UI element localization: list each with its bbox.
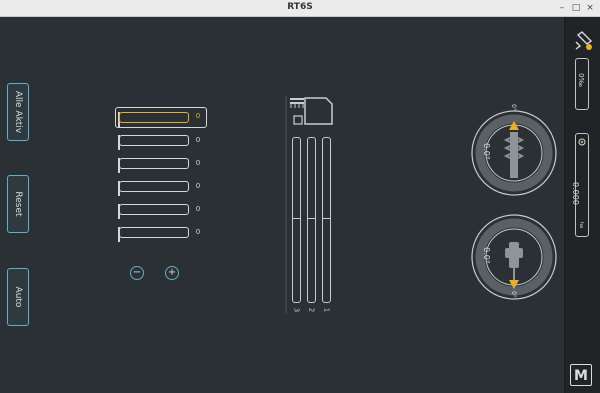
- gauge-top-zero: 0°: [509, 104, 517, 111]
- gauge-bottom-angle: 0.0°: [481, 247, 491, 264]
- column-label-1: 1: [322, 307, 331, 313]
- column-divider: [285, 96, 287, 314]
- gauge-top-angle: 0.0°: [481, 143, 491, 160]
- reset-button[interactable]: Reset: [7, 175, 29, 233]
- section-slot-2[interactable]: [119, 135, 189, 146]
- maximize-button[interactable]: □: [570, 2, 582, 14]
- all-active-label: Alle Aktiv: [13, 90, 23, 134]
- section-slot-5[interactable]: [119, 204, 189, 215]
- area-value: 0.000: [570, 182, 580, 205]
- auto-label: Auto: [13, 286, 23, 308]
- window-title: RT6S: [287, 2, 313, 12]
- plus-icon: +: [167, 267, 177, 278]
- minus-button[interactable]: −: [130, 266, 144, 280]
- column-1[interactable]: [322, 137, 331, 303]
- minus-icon: −: [132, 267, 142, 278]
- rotate-icon[interactable]: [572, 30, 594, 52]
- section-value-1: 0: [195, 112, 201, 120]
- plus-button[interactable]: +: [165, 266, 179, 280]
- column-label-3: 3: [292, 307, 301, 313]
- title-bar: RT6S – □ ×: [0, 0, 600, 17]
- percent-value: 0‰: [576, 73, 585, 87]
- minimize-button[interactable]: –: [556, 2, 568, 14]
- section-slot-6[interactable]: [119, 227, 189, 238]
- all-active-button[interactable]: Alle Aktiv: [7, 83, 29, 141]
- section-value-2: 0: [195, 136, 201, 144]
- section-slot-4[interactable]: [119, 181, 189, 192]
- field-icon: [578, 138, 586, 146]
- section-value-5: 0: [195, 205, 201, 213]
- column-3[interactable]: [292, 137, 301, 303]
- implement-icon: [290, 97, 333, 125]
- area-unit: ha: [578, 221, 585, 229]
- section-value-4: 0: [195, 182, 201, 190]
- section-slot-3[interactable]: [119, 158, 189, 169]
- reset-label: Reset: [13, 191, 23, 217]
- logo-letter: M: [574, 368, 588, 384]
- close-button[interactable]: ×: [584, 2, 596, 14]
- section-value-3: 0: [195, 159, 201, 167]
- main-area: [0, 17, 564, 393]
- section-value-6: 0: [195, 228, 201, 236]
- menu-logo-button[interactable]: M: [570, 364, 592, 386]
- auto-button[interactable]: Auto: [7, 268, 29, 326]
- section-slot-1[interactable]: [119, 112, 189, 123]
- column-label-2: 2: [307, 307, 316, 313]
- gauge-bottom-zero: 0°: [509, 291, 517, 298]
- column-2[interactable]: [307, 137, 316, 303]
